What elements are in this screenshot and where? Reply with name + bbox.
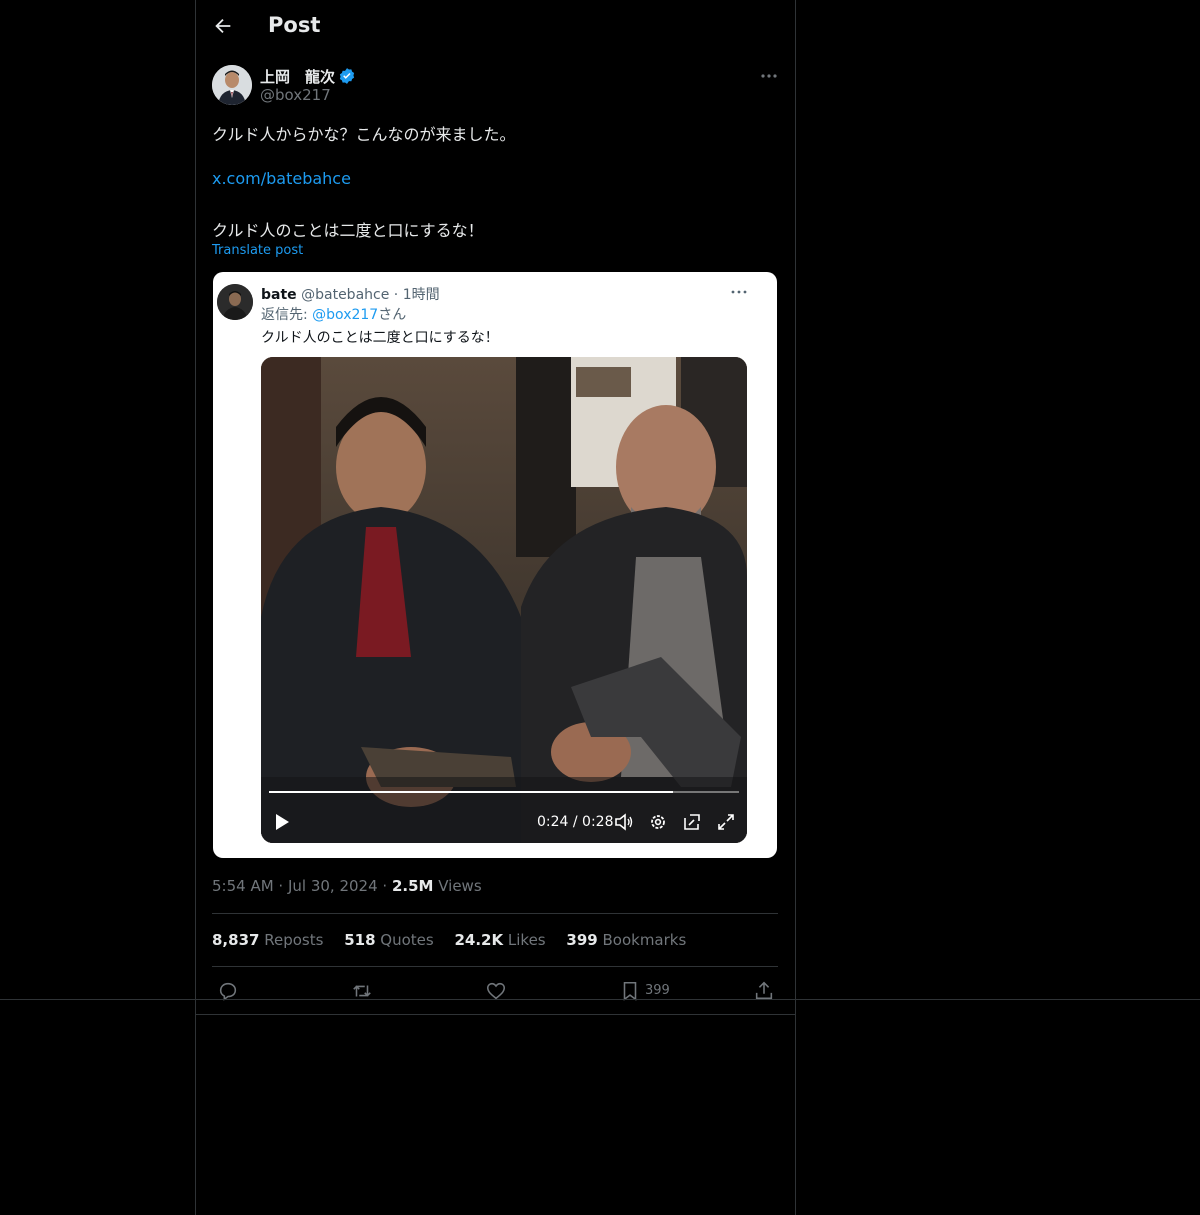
quoted-separator: · (389, 287, 403, 303)
quotes-count: 518 (344, 931, 376, 949)
post-meta: 5:54 AM · Jul 30, 2024 · 2.5M Views (212, 877, 482, 895)
fullscreen-icon[interactable] (716, 812, 736, 832)
page-title: Post (268, 13, 321, 37)
quoted-reply-line: 返信先: @box217さん (261, 304, 406, 324)
post-date[interactable]: Jul 30, 2024 (288, 877, 378, 895)
bookmarks-count: 399 (566, 931, 598, 949)
stat-likes[interactable]: 24.2K Likes (454, 931, 545, 949)
quoted-time: 1時間 (402, 287, 440, 303)
stat-reposts[interactable]: 8,837 Reposts (212, 931, 323, 949)
reply-prefix: 返信先: (261, 307, 313, 323)
quoted-header: bate @batebahce · 1時間 (261, 284, 440, 304)
reposts-label: Reposts (259, 931, 324, 949)
quoted-handle: @batebahce (301, 287, 390, 303)
settings-icon[interactable] (648, 812, 668, 832)
verified-badge-icon (339, 68, 355, 84)
reposts-count: 8,837 (212, 931, 260, 949)
author-avatar[interactable] (212, 65, 252, 105)
post-time[interactable]: 5:54 AM (212, 877, 274, 895)
views-label: Views (433, 877, 482, 895)
video-progress-track[interactable] (269, 791, 739, 793)
post-text-line-2: クルド人のことは二度と口にするな！ (212, 221, 484, 240)
meta-dot: · (273, 877, 288, 895)
divider (196, 1014, 795, 1015)
quoted-avatar (217, 284, 253, 320)
page-header: Post (196, 0, 795, 54)
likes-label: Likes (503, 931, 546, 949)
meta-dot-2: · (377, 877, 392, 895)
overlay-line (0, 999, 1200, 1000)
reply-handle: @box217 (312, 307, 379, 323)
stat-bookmarks[interactable]: 399 Bookmarks (566, 931, 686, 949)
main-column: Post 上岡 龍次 @box217 クルド人からかな？こんなのが来ました。 x… (195, 0, 796, 1215)
quoted-more-icon (731, 290, 747, 294)
pip-icon[interactable] (682, 812, 702, 832)
volume-icon[interactable] (614, 812, 634, 832)
attached-image[interactable]: bate @batebahce · 1時間 返信先: @box217さん クルド… (213, 272, 777, 858)
quotes-label: Quotes (375, 931, 434, 949)
post-link[interactable]: x.com/batebahce (212, 169, 351, 188)
play-icon[interactable] (273, 813, 291, 831)
translate-post-link[interactable]: Translate post (212, 243, 303, 258)
stat-quotes[interactable]: 518 Quotes (344, 931, 434, 949)
divider (212, 913, 778, 914)
views-count: 2.5M (391, 877, 434, 895)
more-icon[interactable] (759, 66, 779, 86)
divider (212, 966, 778, 967)
video-time: 0:24 / 0:28 (537, 814, 614, 830)
author-handle[interactable]: @box217 (260, 86, 331, 104)
engagement-stats: 8,837 Reposts 518 Quotes 24.2K Likes 399… (212, 931, 702, 949)
video-progress-fill (269, 791, 674, 793)
author-name[interactable]: 上岡 龍次 (260, 66, 335, 87)
bookmark-count: 399 (645, 983, 670, 998)
video-frame (261, 357, 747, 843)
post-text-line-1: クルド人からかな？こんなのが来ました。 (212, 125, 516, 144)
quoted-name: bate (261, 287, 297, 303)
quoted-text: クルド人のことは二度と口にするな！ (261, 330, 499, 346)
likes-count: 24.2K (454, 931, 504, 949)
video-player: 0:24 / 0:28 (261, 357, 747, 843)
bookmarks-label: Bookmarks (597, 931, 687, 949)
reply-suffix: さん (378, 307, 407, 323)
back-arrow-icon[interactable] (212, 15, 234, 37)
